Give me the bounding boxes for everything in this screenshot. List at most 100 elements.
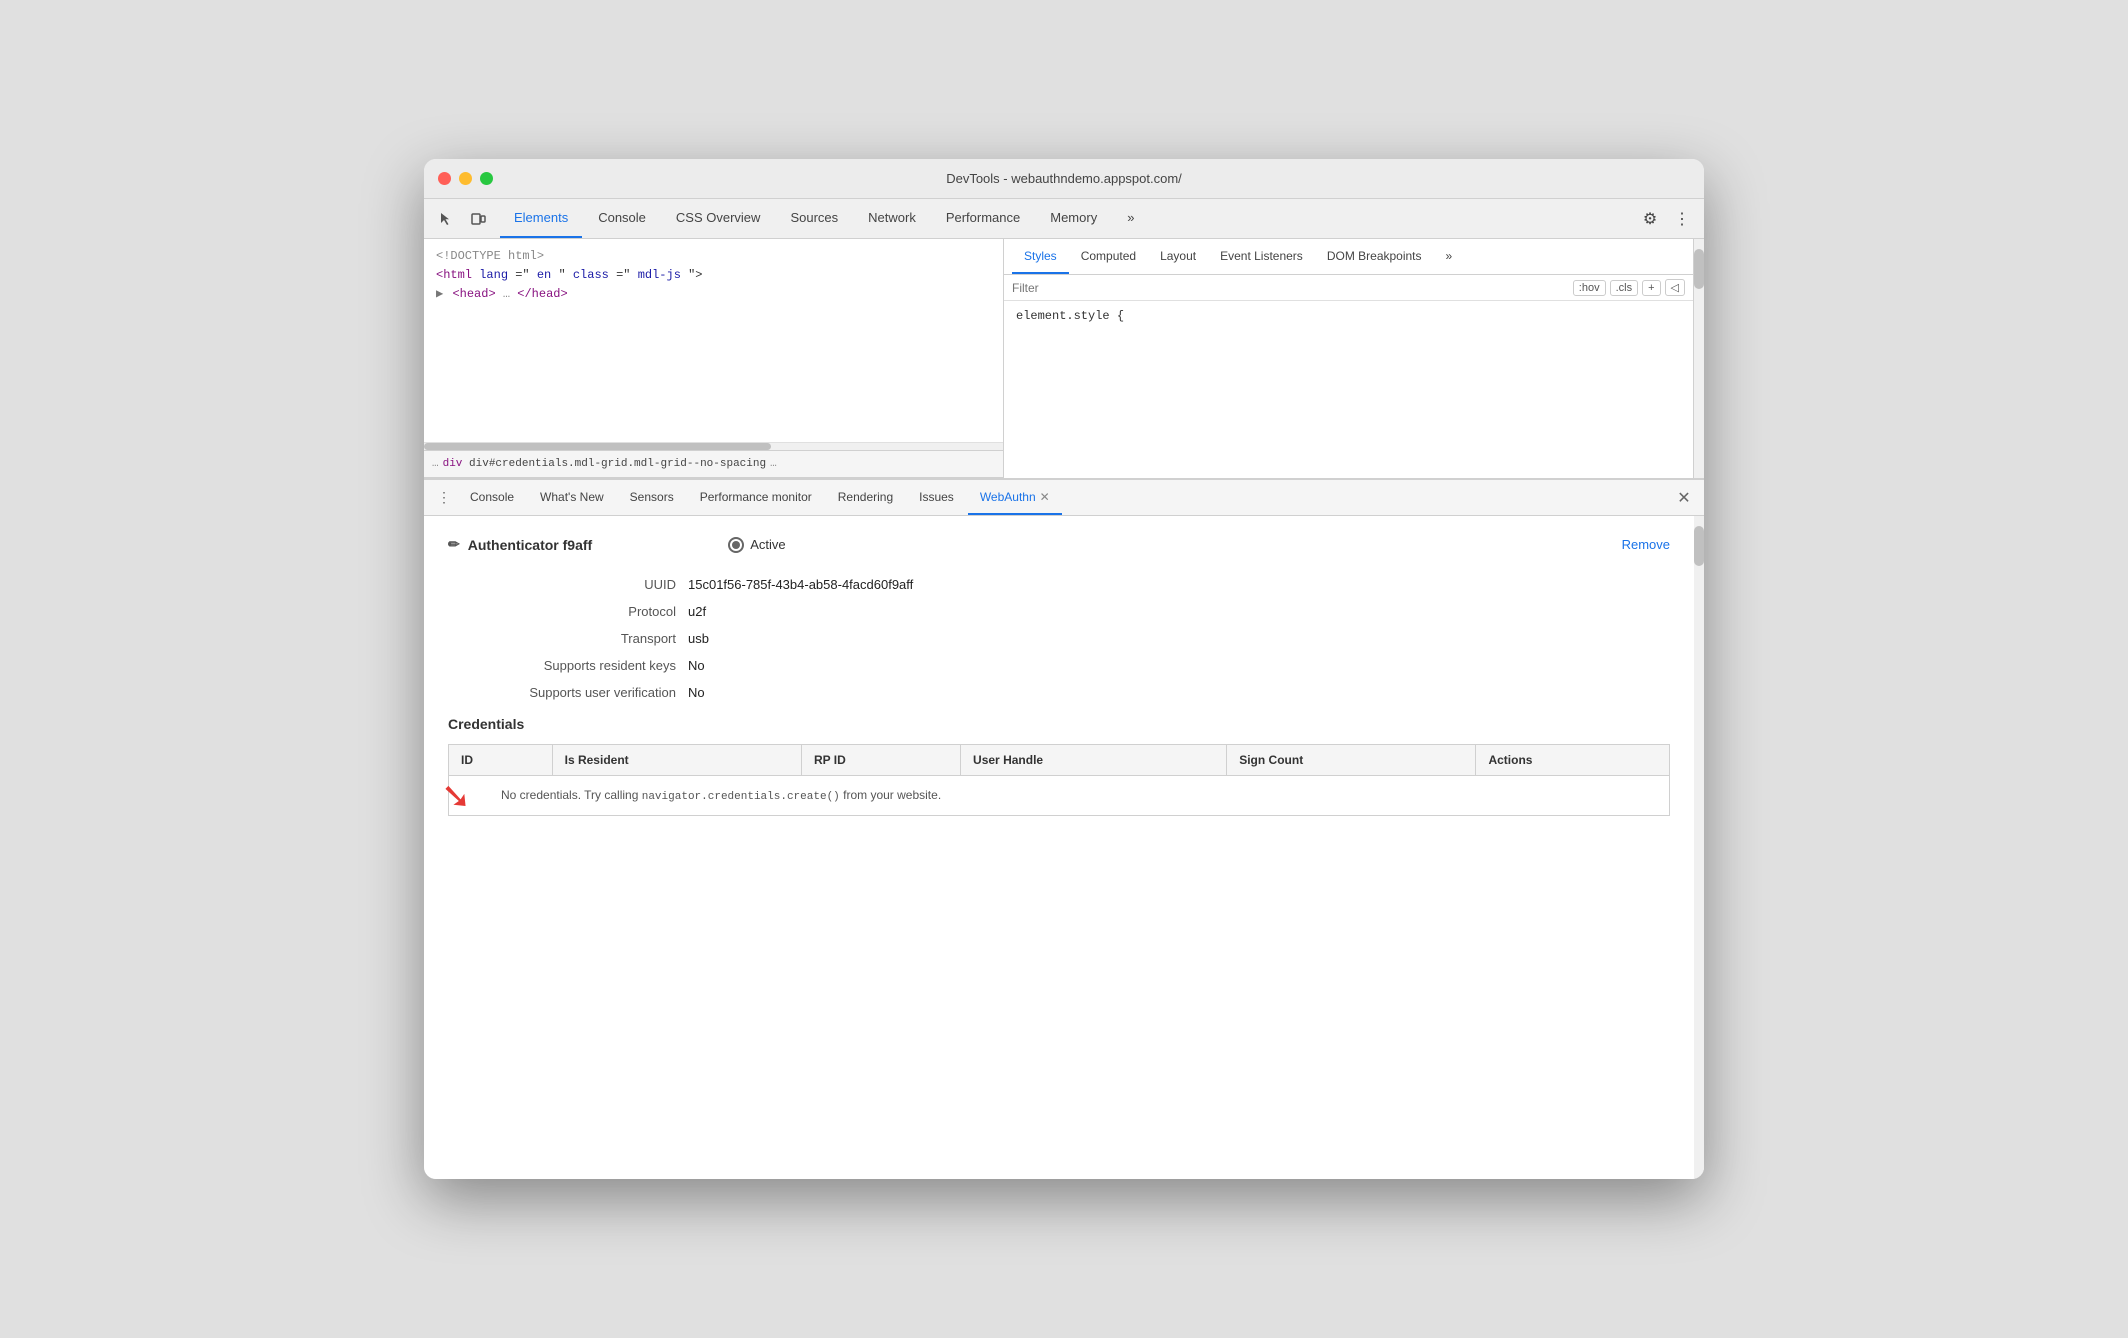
toggle-sidebar-button[interactable]: ◁ [1665,279,1685,296]
more-options-button[interactable]: ⋮ [1668,205,1696,233]
code-line-doctype: <!DOCTYPE html> [436,247,991,266]
transport-label: Transport [448,631,688,646]
tab-more-styles[interactable]: » [1434,239,1465,274]
hov-button[interactable]: :hov [1573,280,1606,296]
devtools-window: DevTools - webauthndemo.appspot.com/ Ele… [424,159,1704,1179]
resident-keys-row: Supports resident keys No [448,658,1670,673]
webauthn-tab-close[interactable]: ✕ [1040,490,1050,504]
elements-panel: <!DOCTYPE html> <html lang =" en " class… [424,239,1004,478]
tab-network[interactable]: Network [854,199,930,238]
resident-keys-label: Supports resident keys [448,658,688,673]
remove-button[interactable]: Remove [1622,537,1670,552]
user-verification-label: Supports user verification [448,685,688,700]
settings-button[interactable]: ⚙ [1636,205,1664,233]
code-line-html: <html lang =" en " class =" mdl-js "> [436,266,991,285]
tab-elements[interactable]: Elements [500,199,582,238]
uuid-label: UUID [448,577,688,592]
styles-filter-input[interactable] [1012,281,1565,295]
styles-filter-bar: :hov .cls + ◁ [1004,275,1693,301]
drawer-tab-rendering[interactable]: Rendering [826,480,905,515]
styles-panel: Styles Computed Layout Event Listeners D… [1004,239,1694,478]
table-header-row: ID Is Resident RP ID User Handle Sign Co… [449,745,1670,776]
devtools-tabs: Elements Console CSS Overview Sources Ne… [500,199,1148,238]
authenticator-name: ✏ Authenticator f9aff [448,536,592,553]
col-user-handle: User Handle [961,745,1227,776]
window-title: DevTools - webauthndemo.appspot.com/ [946,171,1182,186]
minimize-button[interactable] [459,172,472,185]
uuid-row: UUID 15c01f56-785f-43b4-ab58-4facd60f9af… [448,577,1670,592]
tab-console[interactable]: Console [584,199,660,238]
table-body: ➘ No credentials. Try calling navigator.… [449,776,1670,816]
device-toolbar-button[interactable] [464,205,492,233]
tab-computed[interactable]: Computed [1069,239,1148,274]
drawer-tab-console[interactable]: Console [458,480,526,515]
cursor-tool-button[interactable] [432,205,460,233]
filter-actions: :hov .cls + ◁ [1573,279,1685,296]
col-rp-id: RP ID [801,745,960,776]
top-panels: <!DOCTYPE html> <html lang =" en " class… [424,239,1704,479]
tab-performance[interactable]: Performance [932,199,1034,238]
user-verification-value: No [688,685,705,700]
col-actions: Actions [1476,745,1670,776]
drawer-tabs: ⋮ Console What's New Sensors Performance… [424,480,1704,516]
drawer-tab-webauthn[interactable]: WebAuthn ✕ [968,480,1062,515]
drawer-vertical-scrollbar[interactable] [1694,516,1704,1179]
elements-code-area[interactable]: <!DOCTYPE html> <html lang =" en " class… [424,239,1003,442]
credentials-table: ID Is Resident RP ID User Handle Sign Co… [448,744,1670,816]
drawer: ⋮ Console What's New Sensors Performance… [424,479,1704,1179]
tab-sources[interactable]: Sources [776,199,852,238]
edit-icon[interactable]: ✏ [448,536,460,553]
add-style-button[interactable]: + [1642,280,1660,296]
code-line-head: ▶ <head> … </head> [436,285,991,304]
table-row-empty: ➘ No credentials. Try calling navigator.… [449,776,1670,816]
tab-dom-breakpoints[interactable]: DOM Breakpoints [1315,239,1434,274]
vertical-scrollbar[interactable] [1694,239,1704,478]
tab-css-overview[interactable]: CSS Overview [662,199,775,238]
red-arrow-icon: ➘ [441,775,471,817]
drawer-close-button[interactable]: ✕ [1672,486,1696,510]
col-sign-count: Sign Count [1227,745,1476,776]
tab-event-listeners[interactable]: Event Listeners [1208,239,1315,274]
toolbar-right-actions: ⚙ ⋮ [1636,205,1696,233]
user-verification-row: Supports user verification No [448,685,1670,700]
drawer-tab-perf-monitor[interactable]: Performance monitor [688,480,824,515]
empty-message-text: No credentials. Try calling navigator.cr… [501,788,941,803]
devtools-toolbar: Elements Console CSS Overview Sources Ne… [424,199,1704,239]
resident-keys-value: No [688,658,705,673]
authenticator-header: ✏ Authenticator f9aff Active Remove [448,536,1670,553]
credentials-section: Credentials ID Is Resident RP ID User Ha… [448,716,1670,816]
table-header: ID Is Resident RP ID User Handle Sign Co… [449,745,1670,776]
protocol-row: Protocol u2f [448,604,1670,619]
empty-credentials-message: ➘ No credentials. Try calling navigator.… [449,776,1670,816]
drawer-scrollbar-thumb [1694,526,1704,566]
horizontal-scrollbar[interactable] [424,442,1003,450]
titlebar: DevTools - webauthndemo.appspot.com/ [424,159,1704,199]
protocol-label: Protocol [448,604,688,619]
uuid-value: 15c01f56-785f-43b4-ab58-4facd60f9aff [688,577,913,592]
radio-inner [732,541,740,549]
tab-styles[interactable]: Styles [1012,239,1069,274]
styles-content: element.style { [1004,301,1693,331]
webauthn-panel: ✏ Authenticator f9aff Active Remove UUID [424,516,1694,1179]
empty-message-container: ➘ No credentials. Try calling navigator.… [461,788,1657,803]
close-button[interactable] [438,172,451,185]
window-controls [438,172,493,185]
transport-row: Transport usb [448,631,1670,646]
transport-value: usb [688,631,709,646]
drawer-menu-button[interactable]: ⋮ [432,486,456,510]
col-is-resident: Is Resident [552,745,801,776]
drawer-tab-issues[interactable]: Issues [907,480,966,515]
tab-layout[interactable]: Layout [1148,239,1208,274]
tab-more[interactable]: » [1113,199,1148,238]
maximize-button[interactable] [480,172,493,185]
styles-tabs: Styles Computed Layout Event Listeners D… [1004,239,1693,275]
scrollbar-v-thumb [1694,249,1704,289]
cls-button[interactable]: .cls [1610,280,1639,296]
credentials-title: Credentials [448,716,1670,732]
drawer-tab-sensors[interactable]: Sensors [618,480,686,515]
active-radio[interactable] [728,537,744,553]
tab-memory[interactable]: Memory [1036,199,1111,238]
drawer-tab-whats-new[interactable]: What's New [528,480,616,515]
scrollbar-thumb [424,443,771,450]
col-id: ID [449,745,553,776]
